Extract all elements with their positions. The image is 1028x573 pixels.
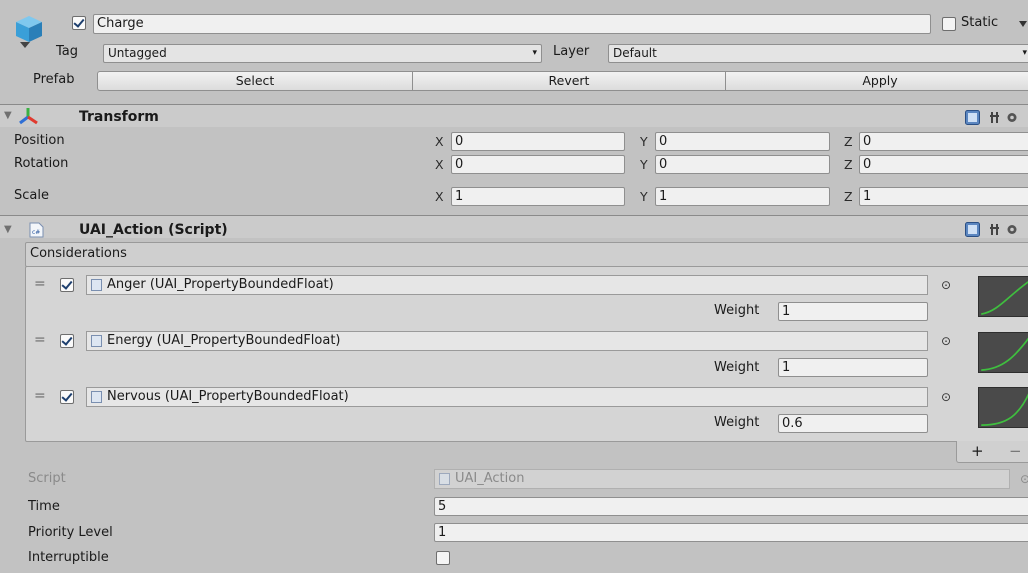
rotation-z-label[interactable]: Z: [844, 157, 853, 172]
scale-label: Scale: [14, 188, 49, 203]
position-z-input[interactable]: 0: [859, 132, 1028, 151]
transform-title: Transform: [79, 109, 159, 125]
response-curve-icon[interactable]: [978, 276, 1028, 317]
tag-dropdown[interactable]: Untagged ▾: [103, 44, 542, 63]
priority-level-input[interactable]: 1: [434, 523, 1028, 542]
rotation-x-input[interactable]: 0: [451, 155, 625, 174]
position-y-label[interactable]: Y: [640, 134, 648, 149]
scale-x-label[interactable]: X: [435, 189, 444, 204]
priority-level-label: Priority Level: [28, 525, 113, 540]
position-x-label[interactable]: X: [435, 134, 444, 149]
cube-icon: [16, 16, 42, 42]
script-label: Script: [28, 471, 66, 486]
weight-input[interactable]: 1: [778, 302, 928, 321]
object-picker-icon[interactable]: ⊙: [941, 278, 951, 292]
scriptable-object-icon: [91, 279, 102, 291]
settings-icon[interactable]: [990, 110, 1026, 125]
add-item-button[interactable]: +: [971, 442, 984, 460]
help-icon[interactable]: [965, 222, 980, 237]
prefab-dropdown-arrow-icon[interactable]: [20, 42, 30, 48]
script-foldout-icon[interactable]: ▼: [4, 224, 12, 235]
tag-label: Tag: [56, 44, 79, 59]
csharp-script-icon: [439, 473, 450, 485]
considerations-header: Considerations: [25, 242, 1028, 267]
prefab-apply-button[interactable]: Apply: [725, 71, 1028, 91]
axes-icon: [19, 108, 38, 125]
position-label: Position: [14, 133, 65, 148]
weight-label: Weight: [714, 415, 760, 430]
response-curve-icon[interactable]: [978, 387, 1028, 428]
active-checkbox[interactable]: [72, 16, 86, 30]
transform-foldout-icon[interactable]: ▼: [4, 110, 12, 121]
scale-z-input[interactable]: 1: [859, 187, 1028, 206]
script-object-field: UAI_Action: [434, 469, 1010, 489]
scriptable-object-icon: [91, 335, 102, 347]
gameobject-name-input[interactable]: Charge: [93, 14, 931, 34]
consideration-name: Energy (UAI_PropertyBoundedFloat): [107, 333, 341, 348]
rotation-label: Rotation: [14, 156, 69, 171]
prefab-label: Prefab: [33, 72, 75, 87]
considerations-label: Considerations: [30, 246, 127, 261]
weight-input[interactable]: 0.6: [778, 414, 928, 433]
remove-item-button[interactable]: −: [1009, 442, 1022, 460]
scale-y-label[interactable]: Y: [640, 189, 648, 204]
drag-handle-icon[interactable]: =: [34, 276, 46, 292]
rotation-z-input[interactable]: 0: [859, 155, 1028, 174]
csharp-script-icon: c#: [29, 222, 44, 238]
consideration-object-field[interactable]: Anger (UAI_PropertyBoundedFloat): [86, 275, 928, 295]
prefab-select-button[interactable]: Select: [97, 71, 413, 91]
svg-text:c#: c#: [32, 229, 40, 236]
script-value: UAI_Action: [455, 471, 525, 486]
response-curve-icon[interactable]: [978, 332, 1028, 373]
rotation-x-label[interactable]: X: [435, 157, 444, 172]
scriptable-object-icon: [91, 391, 102, 403]
object-picker-icon[interactable]: ⊙: [941, 390, 951, 404]
rotation-y-label[interactable]: Y: [640, 157, 648, 172]
consideration-object-field[interactable]: Energy (UAI_PropertyBoundedFloat): [86, 331, 928, 351]
weight-label: Weight: [714, 303, 760, 318]
layer-value: Default: [613, 46, 657, 60]
position-y-input[interactable]: 0: [655, 132, 830, 151]
scale-z-label[interactable]: Z: [844, 189, 853, 204]
consideration-name: Nervous (UAI_PropertyBoundedFloat): [107, 389, 349, 404]
weight-input[interactable]: 1: [778, 358, 928, 377]
object-picker-icon: ⊙: [1020, 472, 1028, 486]
rotation-y-input[interactable]: 0: [655, 155, 830, 174]
consideration-enabled-checkbox[interactable]: [60, 278, 74, 292]
consideration-enabled-checkbox[interactable]: [60, 334, 74, 348]
position-x-input[interactable]: 0: [451, 132, 625, 151]
object-picker-icon[interactable]: ⊙: [941, 334, 951, 348]
consideration-name: Anger (UAI_PropertyBoundedFloat): [107, 277, 334, 292]
layer-dropdown[interactable]: Default ▾: [608, 44, 1028, 63]
scale-y-input[interactable]: 1: [655, 187, 830, 206]
script-component-title: UAI_Action (Script): [79, 222, 228, 238]
prefab-revert-button[interactable]: Revert: [412, 71, 726, 91]
weight-label: Weight: [714, 360, 760, 375]
layer-label: Layer: [553, 44, 590, 59]
tag-dropdown-arrow-icon: ▾: [532, 48, 537, 58]
help-icon[interactable]: [965, 110, 980, 125]
drag-handle-icon[interactable]: =: [34, 388, 46, 404]
consideration-object-field[interactable]: Nervous (UAI_PropertyBoundedFloat): [86, 387, 928, 407]
static-label[interactable]: Static: [961, 15, 998, 30]
position-z-label[interactable]: Z: [844, 134, 853, 149]
static-dropdown-arrow-icon[interactable]: [1019, 21, 1027, 27]
interruptible-checkbox[interactable]: [436, 551, 450, 565]
interruptible-label: Interruptible: [28, 550, 109, 565]
consideration-enabled-checkbox[interactable]: [60, 390, 74, 404]
tag-value: Untagged: [108, 46, 167, 60]
time-label: Time: [28, 499, 60, 514]
layer-dropdown-arrow-icon: ▾: [1022, 48, 1027, 58]
settings-icon[interactable]: [990, 222, 1026, 237]
scale-x-input[interactable]: 1: [451, 187, 625, 206]
time-input[interactable]: 5: [434, 497, 1028, 516]
static-checkbox[interactable]: [942, 17, 956, 31]
drag-handle-icon[interactable]: =: [34, 332, 46, 348]
list-footer: + −: [956, 441, 1028, 463]
